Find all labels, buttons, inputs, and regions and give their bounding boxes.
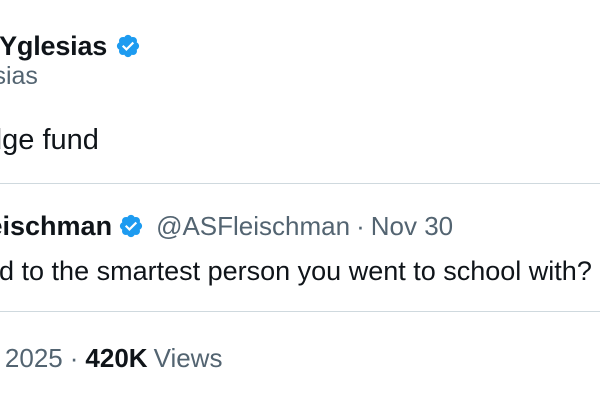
tweet-text: dge fund (0, 124, 99, 156)
tweet-detail-view: r Yglesias lesias dge fund leischman @AS… (0, 0, 600, 400)
quoted-author-handle[interactable]: @ASFleischman (156, 211, 350, 242)
verified-badge-icon (119, 214, 143, 238)
verified-badge-icon[interactable] (115, 33, 141, 59)
author-handle[interactable]: lesias (0, 62, 38, 91)
author-name-row: r Yglesias (0, 28, 141, 64)
quoted-tweet-date[interactable]: Nov 30 (371, 211, 453, 242)
quoted-author-name[interactable]: leischman (0, 211, 112, 242)
quoted-tweet-header[interactable]: leischman @ASFleischman · Nov 30 (0, 208, 453, 244)
quoted-tweet-text[interactable]: ed to the smartest person you went to sc… (0, 256, 592, 287)
author-display-name[interactable]: r Yglesias (0, 31, 107, 62)
views-label: Views (153, 342, 223, 373)
tweet-meta-row: 0, 2025 · 420K Views (0, 340, 222, 376)
tweet-timestamp[interactable]: 0, 2025 (0, 343, 63, 374)
views-count: 420K (85, 342, 148, 373)
dot-separator: · (356, 210, 365, 241)
divider (0, 183, 600, 184)
tweet-author-header: r Yglesias (0, 28, 141, 64)
dot-separator: · (69, 342, 79, 373)
divider (0, 311, 600, 312)
